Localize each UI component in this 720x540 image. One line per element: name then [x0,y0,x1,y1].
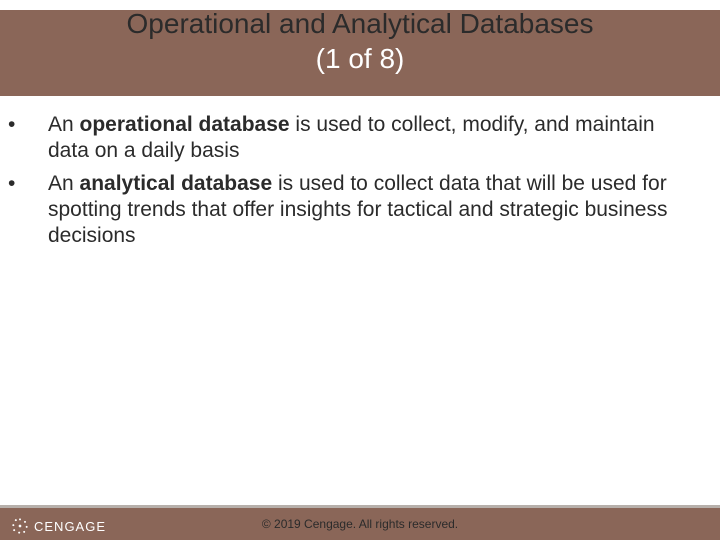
bullet-item: •An analytical database is used to colle… [28,171,692,250]
brand-text: CENGAGE [34,519,106,534]
bullet-marker: • [28,112,48,138]
bullet-prefix: An [48,172,80,195]
bullet-item: •An operational database is used to coll… [28,112,692,165]
bullet-marker: • [28,171,48,197]
footer-bar: CENGAGE © 2019 Cengage. All rights reser… [0,508,720,540]
body-content: •An operational database is used to coll… [28,112,692,255]
bullet-bold: operational database [80,113,290,136]
brand-logo: CENGAGE [10,516,106,536]
title-line-1: Operational and Analytical Databases [127,8,594,39]
slide-title: Operational and Analytical Databases (1 … [0,6,720,76]
bullet-bold: analytical database [80,172,273,195]
cengage-icon [10,516,30,536]
slide: Operational and Analytical Databases (1 … [0,0,720,540]
title-line-2: (1 of 8) [0,41,720,76]
copyright-text: © 2019 Cengage. All rights reserved. [262,517,458,531]
bullet-prefix: An [48,113,80,136]
